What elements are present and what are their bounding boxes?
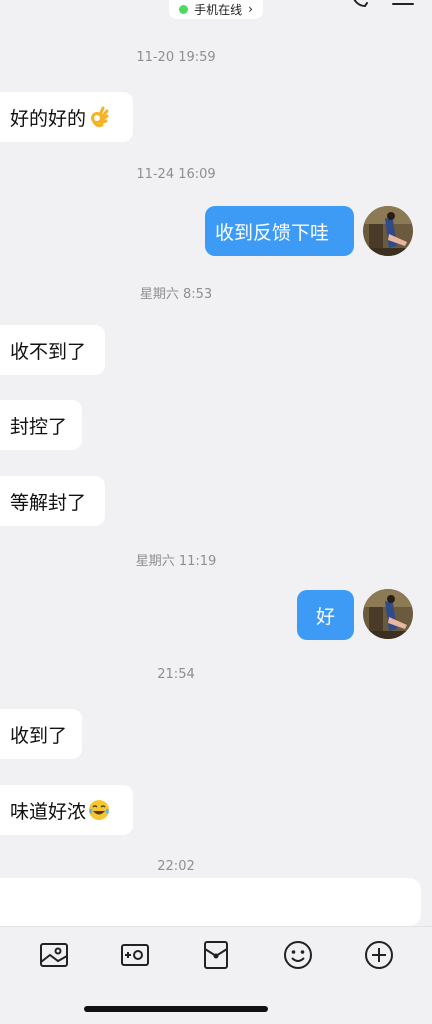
plus-icon[interactable] [363,939,395,971]
chat-area[interactable]: 11-20 19:59 好的好的 11-24 16:09 收到反馈下哇 星期六 … [0,22,432,870]
message-input[interactable] [0,878,421,926]
menu-icon[interactable] [392,0,414,8]
header-actions [350,0,414,8]
message-bubble-incoming[interactable]: 味道好浓 [0,785,133,835]
avatar[interactable] [363,206,413,256]
message-bubble-incoming[interactable]: 收不到了 [0,325,105,375]
avatar[interactable] [363,589,413,639]
message-bubble-incoming[interactable]: 收到了 [0,709,82,759]
message-text: 收到了 [10,724,68,747]
message-bubble-incoming[interactable]: 封控了 [0,400,82,450]
online-dot-icon [179,4,189,14]
message-bubble-incoming[interactable]: 等解封了 [0,476,105,526]
online-status-pill[interactable]: 手机在线 › [169,0,263,19]
timestamp: 星期六 11:19 [135,554,217,569]
phone-icon[interactable] [350,0,370,8]
online-status-label: 手机在线 [194,2,243,17]
message-text: 好的好的 [10,107,87,130]
tears-of-joy-emoji-icon [89,800,110,820]
message-text: 收到反馈下哇 [215,221,330,244]
message-text: 封控了 [10,415,68,438]
timestamp: 22:02 [157,859,195,870]
message-text: 收不到了 [10,340,87,363]
emoji-icon[interactable] [282,939,314,971]
timestamp: 11-20 19:59 [136,50,216,65]
message-text: 好 [315,605,335,628]
home-indicator[interactable] [84,1006,268,1012]
message-text: 味道好浓 [10,800,87,823]
image-icon[interactable] [38,939,70,971]
ok-hand-emoji-icon [91,106,109,128]
avatar-photo [363,206,413,256]
header-bar: 手机在线 › [0,0,432,22]
message-bubble-outgoing[interactable]: 收到反馈下哇 [205,206,354,256]
message-bubble-incoming[interactable]: 好的好的 [0,92,133,142]
camera-icon[interactable] [119,939,151,971]
avatar-photo [363,589,413,639]
timestamp: 21:54 [157,667,195,682]
timestamp: 星期六 8:53 [139,287,213,302]
message-bubble-outgoing[interactable]: 好 [297,590,354,640]
message-text: 等解封了 [10,491,87,514]
timestamp: 11-24 16:09 [136,167,216,182]
chevron-right-icon: › [248,2,253,16]
red-packet-icon[interactable] [200,939,232,971]
